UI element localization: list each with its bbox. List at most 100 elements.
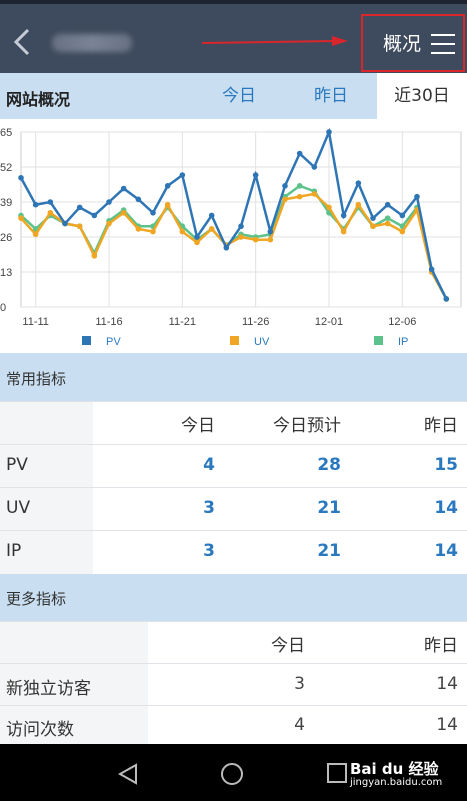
data-point-pv bbox=[370, 215, 376, 221]
data-point-pv bbox=[238, 223, 244, 230]
y-tick-label: 13 bbox=[0, 267, 12, 279]
table-row: IP 3 21 14 bbox=[0, 530, 467, 574]
col-today: 今日 bbox=[181, 416, 215, 436]
series-line-pv bbox=[19, 127, 448, 300]
tab-yesterday[interactable]: 昨日 bbox=[292, 73, 370, 119]
pv-forecast: 28 bbox=[317, 455, 341, 475]
x-tick-label: 11-26 bbox=[242, 316, 269, 328]
data-point-uv bbox=[370, 223, 376, 230]
common-metrics-title: 常用指标 bbox=[6, 370, 67, 388]
legend-swatch-pv bbox=[82, 336, 91, 345]
data-point-pv bbox=[135, 196, 142, 203]
data-point-uv bbox=[282, 196, 288, 203]
data-point-pv bbox=[355, 180, 362, 186]
y-tick-label: 52 bbox=[0, 162, 12, 174]
data-point-pv bbox=[267, 228, 274, 235]
table-row: 访问次数 4 14 bbox=[0, 705, 467, 744]
common-metrics-header: 常用指标 bbox=[0, 353, 467, 401]
baidu-watermark: Bai du 经验 jingyan.baidu.com bbox=[350, 758, 442, 788]
row-label: 新独立访客 bbox=[6, 679, 91, 699]
data-point-pv bbox=[326, 129, 332, 135]
data-point-uv bbox=[91, 253, 98, 259]
data-point-pv bbox=[384, 201, 391, 208]
tab-last-30-days[interactable]: 近30日 bbox=[377, 73, 467, 119]
data-point-pv bbox=[282, 183, 288, 189]
table-row: UV 3 21 14 bbox=[0, 487, 467, 530]
y-tick-label: 65 bbox=[0, 127, 12, 139]
col-yesterday: 昨日 bbox=[424, 636, 458, 656]
data-point-pv bbox=[91, 212, 98, 219]
visits-yesterday: 14 bbox=[436, 715, 458, 735]
nav-recents-icon[interactable] bbox=[326, 762, 348, 784]
legend-swatch-uv bbox=[230, 336, 239, 345]
data-point-uv bbox=[311, 191, 318, 197]
watermark-url: jingyan.baidu.com bbox=[350, 777, 443, 788]
data-point-uv bbox=[296, 193, 303, 200]
uv-forecast: 21 bbox=[317, 498, 341, 518]
data-point-uv bbox=[179, 228, 186, 235]
data-point-pv bbox=[428, 266, 435, 273]
nav-home-icon[interactable] bbox=[219, 761, 245, 787]
more-metrics-title: 更多指标 bbox=[6, 590, 67, 608]
data-point-pv bbox=[208, 212, 215, 219]
data-point-uv bbox=[135, 226, 142, 232]
row-label: IP bbox=[6, 541, 22, 561]
data-point-ip bbox=[296, 183, 303, 189]
ip-yesterday: 14 bbox=[434, 541, 458, 561]
pv-yesterday: 15 bbox=[434, 455, 458, 475]
overview-tabs: 网站概况 今日 昨日 近30日 bbox=[0, 73, 467, 119]
traffic-line-chart: 0 13 26 39 52 65 11-11 11-16 11-21 11-26 12-01 12-0… bbox=[0, 119, 467, 353]
new-visitors-yesterday: 14 bbox=[436, 674, 458, 694]
data-point-uv bbox=[76, 223, 83, 230]
col-yesterday: 昨日 bbox=[424, 416, 458, 436]
section-title: 网站概况 bbox=[6, 90, 71, 109]
data-point-uv bbox=[194, 239, 200, 246]
table-row: 新独立访客 3 14 bbox=[0, 663, 467, 705]
overview-menu-button[interactable]: 概况 bbox=[361, 14, 465, 72]
data-point-pv bbox=[106, 199, 112, 205]
data-point-pv bbox=[252, 172, 259, 178]
row-label: PV bbox=[6, 455, 28, 475]
data-point-pv bbox=[150, 209, 156, 216]
x-tick-label: 12-01 bbox=[315, 316, 343, 328]
back-arrow-icon[interactable] bbox=[6, 22, 42, 62]
legend-label-pv: PV bbox=[106, 336, 121, 348]
data-point-uv bbox=[340, 228, 347, 235]
data-point-pv bbox=[18, 174, 24, 181]
x-tick-label: 11-21 bbox=[169, 316, 196, 328]
row-label: 访问次数 bbox=[6, 720, 74, 740]
new-visitors-today: 3 bbox=[294, 674, 305, 694]
data-point-uv bbox=[208, 226, 215, 232]
data-point-pv bbox=[120, 185, 127, 192]
y-tick-label: 39 bbox=[0, 197, 12, 209]
plot-frame bbox=[20, 131, 462, 308]
common-metrics-header-row: 今日 今日预计 昨日 bbox=[0, 401, 467, 444]
data-point-uv bbox=[47, 209, 54, 216]
data-point-pv bbox=[399, 212, 406, 219]
legend-label-uv: UV bbox=[254, 336, 270, 348]
data-point-pv bbox=[340, 212, 347, 219]
ip-today: 3 bbox=[203, 541, 215, 561]
data-point-pv bbox=[164, 183, 171, 189]
row-label: UV bbox=[6, 498, 31, 518]
data-point-pv bbox=[296, 150, 303, 157]
col-forecast: 今日预计 bbox=[273, 416, 341, 436]
data-point-ip bbox=[384, 215, 391, 221]
data-point-uv bbox=[32, 231, 39, 238]
x-tick-label: 11-11 bbox=[22, 316, 49, 328]
ip-forecast: 21 bbox=[317, 541, 341, 561]
uv-today: 3 bbox=[203, 498, 215, 518]
data-point-pv bbox=[179, 172, 186, 178]
nav-back-icon[interactable] bbox=[116, 762, 140, 786]
more-metrics-header: 更多指标 bbox=[0, 574, 467, 621]
data-point-pv bbox=[311, 164, 318, 170]
y-tick-label: 26 bbox=[0, 232, 12, 244]
data-point-uv bbox=[252, 236, 259, 243]
data-point-pv bbox=[62, 220, 68, 227]
data-point-uv bbox=[355, 201, 362, 208]
data-point-uv bbox=[164, 201, 171, 208]
tab-today[interactable]: 今日 bbox=[200, 73, 278, 119]
chart-svg: 0 13 26 39 52 65 11-11 11-16 11-21 11-26 12-01 12-0… bbox=[0, 127, 462, 348]
data-point-pv bbox=[47, 199, 54, 205]
pv-today: 4 bbox=[203, 455, 215, 475]
